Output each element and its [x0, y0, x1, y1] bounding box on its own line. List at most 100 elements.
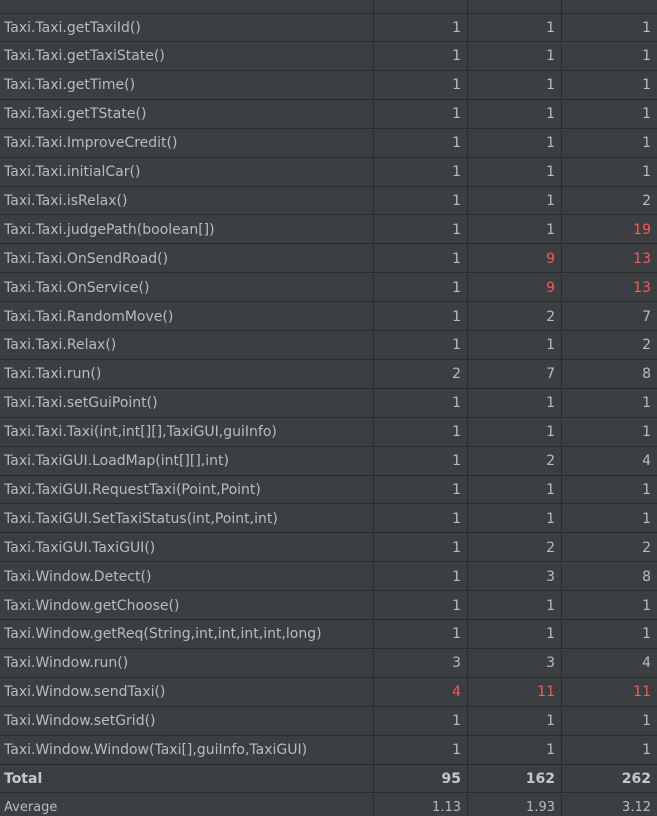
method-name: Taxi.TaxiGUI.RequestTaxi(Point,Point) — [0, 476, 374, 504]
header-col-3[interactable] — [562, 0, 657, 13]
metric-value-3: 1 — [642, 510, 651, 527]
method-name: Taxi.Taxi.OnSendRoad() — [0, 245, 374, 273]
table-row[interactable]: Taxi.Window.getChoose() 1 1 1 — [0, 592, 657, 620]
table-row[interactable]: Taxi.Taxi.getTState() 1 1 1 — [0, 100, 657, 129]
metric-value-1: 2 — [374, 360, 468, 388]
header-method[interactable] — [0, 0, 374, 13]
metric-value-1: 1 — [374, 42, 468, 70]
table-row[interactable]: Taxi.Taxi.RandomMove() 1 2 7 — [0, 303, 657, 331]
table-row[interactable]: Taxi.Window.sendTaxi() 4 11 11 — [0, 678, 657, 707]
metric-value-3: 13 — [633, 279, 651, 296]
metric-value-2: 2 — [468, 534, 562, 562]
method-name: Taxi.TaxiGUI.SetTaxiStatus(int,Point,int… — [0, 505, 374, 533]
method-name: Taxi.Taxi.run() — [0, 360, 374, 388]
metric-value-2: 1 — [468, 100, 562, 128]
metric-value-2: 9 — [468, 245, 562, 273]
table-row[interactable]: Taxi.Taxi.getTaxiState() 1 1 1 — [0, 42, 657, 71]
total-row[interactable]: Total 95 162 262 — [0, 765, 657, 794]
method-name: Taxi.Taxi.ImproveCredit() — [0, 129, 374, 157]
table-row[interactable]: Taxi.Taxi.initialCar() 1 1 1 — [0, 158, 657, 187]
metric-value-2: 1 — [468, 42, 562, 70]
method-name: Taxi.TaxiGUI.LoadMap(int[][],int) — [0, 447, 374, 475]
table-row[interactable]: Taxi.Taxi.judgePath(boolean[]) 1 1 19 — [0, 216, 657, 245]
metric-value-2: 7 — [468, 360, 562, 388]
table-row[interactable]: Taxi.Taxi.Taxi(int,int[][],TaxiGUI,guiIn… — [0, 418, 657, 447]
metric-value-1: 1 — [374, 129, 468, 157]
table-row[interactable]: Taxi.Window.run() 3 3 4 — [0, 649, 657, 678]
table-row[interactable]: Taxi.Taxi.run() 2 7 8 — [0, 360, 657, 389]
metric-value-3: 2 — [642, 337, 651, 354]
metric-value-2: 1 — [468, 736, 562, 764]
metric-value-1: 1 — [374, 245, 468, 273]
table-row[interactable]: Taxi.TaxiGUI.TaxiGUI() 1 2 2 — [0, 534, 657, 563]
table-row[interactable]: Taxi.Taxi.isRelax() 1 1 2 — [0, 187, 657, 216]
total-value-1: 95 — [374, 765, 468, 793]
table-row[interactable]: Taxi.Taxi.ImproveCredit() 1 1 1 — [0, 129, 657, 158]
metric-value-3: 1 — [642, 77, 651, 94]
metric-value-1: 1 — [374, 736, 468, 764]
table-row[interactable]: Taxi.Taxi.OnSendRoad() 1 9 13 — [0, 245, 657, 274]
method-name: Taxi.Window.getReq(String,int,int,int,in… — [0, 620, 374, 648]
table-row[interactable]: Taxi.Taxi.Relax() 1 1 2 — [0, 331, 657, 360]
metric-value-1: 1 — [374, 447, 468, 475]
metric-value-3: 1 — [642, 424, 651, 441]
table-row[interactable]: Taxi.TaxiGUI.LoadMap(int[][],int) 1 2 4 — [0, 447, 657, 476]
average-row[interactable]: Average 1.13 1.93 3.12 — [0, 794, 657, 816]
metric-value-2: 1 — [468, 418, 562, 446]
method-name: Taxi.Taxi.initialCar() — [0, 158, 374, 186]
metric-value-1: 1 — [374, 563, 468, 591]
table-row[interactable]: Taxi.Window.Detect() 1 3 8 — [0, 563, 657, 592]
table-row[interactable]: Taxi.Taxi.getTime() 1 1 1 — [0, 71, 657, 100]
method-name: Taxi.Taxi.getTime() — [0, 71, 374, 99]
metric-value-2: 1 — [468, 71, 562, 99]
metric-value-1: 1 — [374, 592, 468, 619]
metric-value-3: 13 — [633, 250, 651, 267]
metric-value-2: 3 — [468, 649, 562, 677]
method-name: Taxi.Taxi.setGuiPoint() — [0, 389, 374, 417]
method-name: Taxi.Window.sendTaxi() — [0, 678, 374, 706]
table-row[interactable]: Taxi.TaxiGUI.SetTaxiStatus(int,Point,int… — [0, 505, 657, 534]
table-row[interactable]: Taxi.Taxi.OnService() 1 9 13 — [0, 274, 657, 303]
method-name: Taxi.Window.Window(Taxi[],guiInfo,TaxiGU… — [0, 736, 374, 764]
total-label: Total — [0, 765, 374, 793]
metric-value-2: 2 — [468, 303, 562, 330]
metric-value-1: 1 — [374, 534, 468, 562]
metric-value-1: 1 — [374, 187, 468, 215]
metric-value-3: 19 — [633, 221, 651, 238]
table-row[interactable]: Taxi.Window.getReq(String,int,int,int,in… — [0, 620, 657, 649]
metric-value-1: 1 — [374, 158, 468, 186]
metric-value-2: 11 — [468, 678, 562, 706]
method-name: Taxi.Taxi.isRelax() — [0, 187, 374, 215]
table-row[interactable]: Taxi.Taxi.setGuiPoint() 1 1 1 — [0, 389, 657, 418]
metric-value-1: 1 — [374, 620, 468, 648]
table-row[interactable]: Taxi.Taxi.getTaxiId() 1 1 1 — [0, 14, 657, 42]
metric-value-3: 2 — [642, 192, 651, 209]
metric-value-1: 1 — [374, 476, 468, 504]
method-name: Taxi.Window.run() — [0, 649, 374, 677]
table-row[interactable]: Taxi.TaxiGUI.RequestTaxi(Point,Point) 1 1 1 — [0, 476, 657, 505]
metric-value-2: 1 — [468, 158, 562, 186]
metric-value-2: 1 — [468, 707, 562, 735]
metric-value-3: 2 — [642, 539, 651, 556]
metric-value-3: 1 — [642, 106, 651, 123]
method-name: Taxi.Taxi.RandomMove() — [0, 303, 374, 330]
metric-value-2: 1 — [468, 331, 562, 359]
metric-value-1: 1 — [374, 418, 468, 446]
metric-value-1: 1 — [374, 274, 468, 302]
method-name: Taxi.Taxi.getTaxiState() — [0, 42, 374, 70]
metric-value-3: 1 — [642, 19, 651, 36]
average-value-3: 3.12 — [622, 800, 651, 816]
metric-value-1: 1 — [374, 14, 468, 41]
metric-value-3: 4 — [642, 655, 651, 672]
table-row[interactable]: Taxi.Window.Window(Taxi[],guiInfo,TaxiGU… — [0, 736, 657, 765]
table-row[interactable]: Taxi.Window.setGrid() 1 1 1 — [0, 707, 657, 736]
metric-value-2: 1 — [468, 505, 562, 533]
metric-value-2: 9 — [468, 274, 562, 302]
metric-value-2: 1 — [468, 129, 562, 157]
header-col-2[interactable] — [468, 0, 562, 13]
header-col-1[interactable] — [374, 0, 468, 13]
metric-value-1: 4 — [374, 678, 468, 706]
metric-value-3: 7 — [642, 308, 651, 325]
average-value-1: 1.13 — [374, 794, 468, 816]
metric-value-2: 1 — [468, 187, 562, 215]
